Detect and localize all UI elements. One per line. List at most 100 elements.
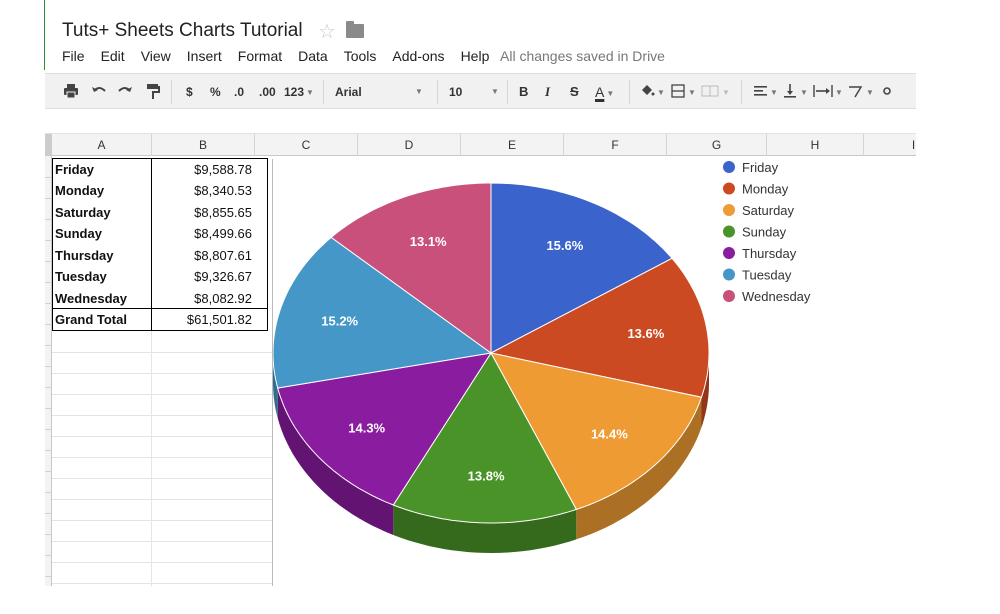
font-size-value: 10 [449,85,463,99]
menu-data[interactable]: Data [298,48,328,66]
svg-text:▼: ▼ [688,88,696,97]
more-formats-label: 123 [284,85,305,99]
column-header-a[interactable]: A [52,134,152,156]
strikethrough-button[interactable]: S [570,83,579,101]
legend-swatch-thursday [723,247,735,259]
row-number-column[interactable] [45,156,52,586]
undo-icon[interactable] [91,83,107,101]
grand-total-amount: $61,501.82 [186,312,252,327]
formula-bar[interactable] [45,110,916,134]
percent-format-button[interactable]: % [210,83,221,101]
legend-swatch-monday [723,182,735,195]
cell-day: Thursday [55,248,114,263]
text-wrap-icon[interactable]: ▼ [813,83,843,101]
text-rotation-icon[interactable]: ▼ [847,83,877,101]
cell-amount: $8,082.92 [194,291,252,306]
legend-label-thursday: Thursday [742,246,797,261]
slice-label-friday: 15.6% [546,238,583,253]
grand-total-label: Grand Total [55,312,127,327]
redo-icon[interactable] [117,83,133,101]
select-all-corner[interactable] [45,134,52,156]
link-icon[interactable] [881,83,901,101]
cell-amount: $9,326.67 [194,269,252,284]
text-color-label: A [595,84,605,100]
chevron-down-icon: ▼ [306,87,314,97]
column-headers: A B C D E F G H I [52,134,916,156]
column-header-b[interactable]: B [152,134,255,156]
font-size-select[interactable]: 10 ▼ [449,83,499,101]
font-family-value: Arial [335,85,362,99]
toolbar-separator [629,80,630,104]
bold-button[interactable]: B [519,83,528,101]
decrease-decimals-button[interactable]: .0 [234,83,244,101]
currency-format-button[interactable]: $ [186,83,193,101]
print-icon[interactable] [63,83,79,101]
legend-label-friday: Friday [742,160,779,175]
font-family-select[interactable]: Arial ▼ [335,83,435,101]
legend-swatch-sunday [723,225,735,238]
save-status: All changes saved in Drive [500,48,665,64]
italic-button[interactable]: I [545,83,550,101]
column-header-g[interactable]: G [667,134,767,156]
menu-file[interactable]: File [62,48,85,66]
cell-day: Wednesday [55,291,128,306]
toolbar-separator [437,80,438,104]
star-icon[interactable]: ☆ [318,19,336,44]
column-header-i[interactable]: I [864,134,916,156]
text-color-button[interactable]: A ▼ [595,83,625,101]
fill-color-icon[interactable]: ▼ [639,83,665,101]
svg-text:▼: ▼ [722,88,730,97]
table-row[interactable]: Tuesday $9,326.67 [52,266,268,287]
legend-swatch-tuesday [723,268,735,281]
grand-total-row[interactable]: Grand Total $61,501.82 [52,309,268,330]
column-header-e[interactable]: E [461,134,564,156]
chart-legend: Friday Monday Saturday Sunday Thursday Tuesda… [723,160,811,304]
cell-day: Friday [55,162,95,177]
menu-edit[interactable]: Edit [101,48,125,66]
menu-addons[interactable]: Add-ons [392,48,444,66]
increase-decimals-button[interactable]: .00 [259,83,276,101]
table-row[interactable]: Wednesday $8,082.92 [52,288,268,309]
merge-cells-icon[interactable]: ▼ [701,83,731,101]
document-title[interactable]: Tuts+ Sheets Charts Tutorial [62,20,303,42]
borders-icon[interactable]: ▼ [671,83,697,101]
toolbar-separator [323,80,324,104]
column-header-c[interactable]: C [255,134,358,156]
slice-label-monday: 13.6% [627,326,664,341]
column-header-h[interactable]: H [767,134,864,156]
legend-label-saturday: Saturday [742,203,795,218]
menu-help[interactable]: Help [461,48,490,66]
table-row[interactable]: Saturday $8,855.65 [52,202,268,223]
cell-amount: $9,588.78 [194,162,252,177]
spreadsheet-grid: A B C D E F G H I Friday $9,588.78 Monda… [45,134,916,586]
menu-insert[interactable]: Insert [187,48,222,66]
chevron-down-icon: ▼ [415,87,423,96]
folder-icon[interactable] [346,21,364,38]
svg-text:▼: ▼ [866,88,874,97]
column-header-d[interactable]: D [358,134,461,156]
menu-view[interactable]: View [141,48,171,66]
more-formats-button[interactable]: 123 ▼ [284,83,314,101]
table-row[interactable]: Friday $9,588.78 [52,159,268,180]
slice-label-wednesday: 13.1% [410,234,447,249]
sheets-app: Tuts+ Sheets Charts Tutorial ☆ File Edit… [0,0,1000,614]
align-left-icon[interactable]: ▼ [753,83,779,101]
table-row[interactable]: Thursday $8,807.61 [52,245,268,266]
vertical-align-icon[interactable]: ▼ [783,83,809,101]
pie-chart[interactable]: 15.6% 13.6% 14.4% 13.8% 14.3% 15.2% 13.1% Frida… [272,159,916,586]
paint-format-icon[interactable] [145,83,161,101]
menu-format[interactable]: Format [238,48,282,66]
window-edge [44,0,45,70]
table-row[interactable]: Monday $8,340.53 [52,180,268,201]
menu-bar: File Edit View Insert Format Data Tools … [62,48,505,66]
legend-swatch-friday [723,161,735,173]
table-row[interactable]: Sunday $8,499.66 [52,223,268,244]
svg-text:▼: ▼ [657,88,665,97]
menu-tools[interactable]: Tools [344,48,377,66]
column-header-f[interactable]: F [564,134,667,156]
legend-label-tuesday: Tuesday [742,268,792,283]
slice-label-sunday: 13.8% [468,468,505,483]
legend-swatch-wednesday [723,290,735,302]
legend-label-sunday: Sunday [742,225,787,240]
svg-text:▼: ▼ [770,88,778,97]
